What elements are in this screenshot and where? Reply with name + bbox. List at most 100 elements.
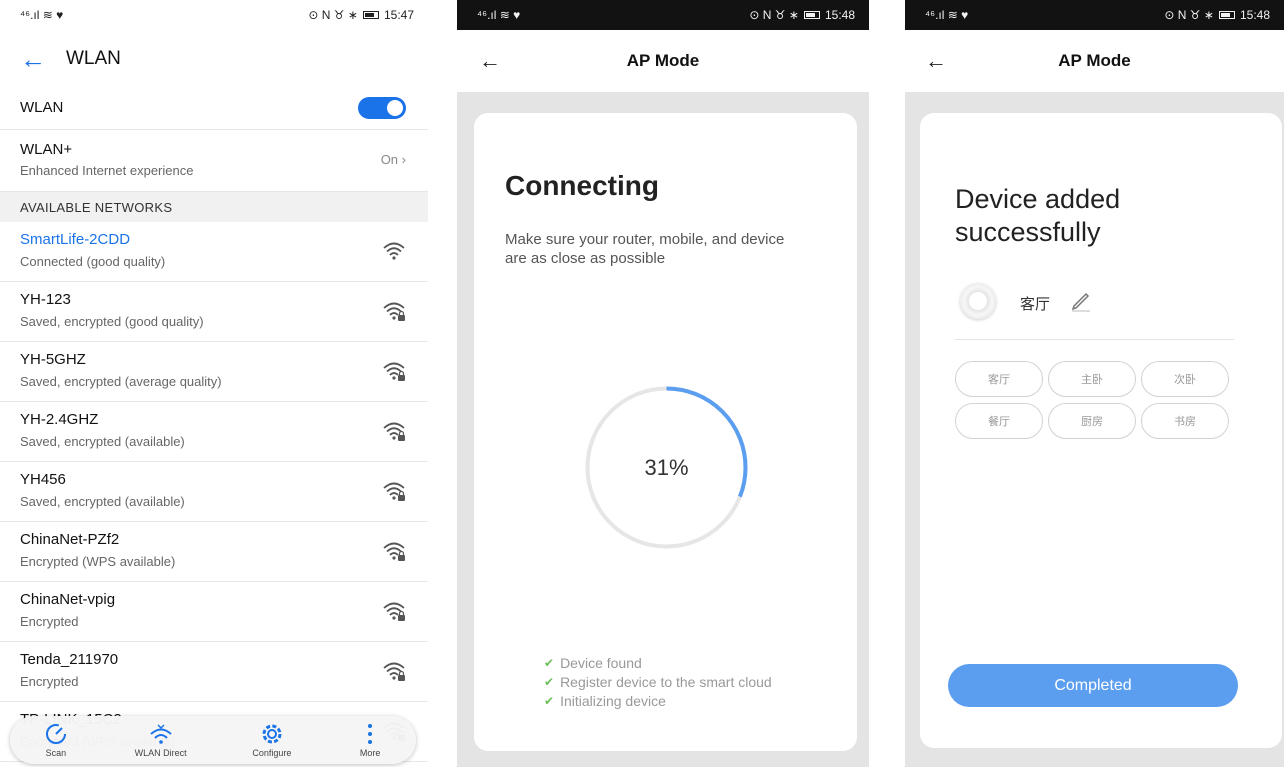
status-left: ⁴⁶.ıl ≋ ♥: [925, 8, 969, 22]
page-title: WLAN: [66, 48, 121, 69]
scan-label: Scan: [45, 748, 67, 758]
status-time: 15:48: [1239, 8, 1270, 22]
edit-pencil-icon[interactable]: [1070, 288, 1092, 312]
room-chip[interactable]: 次卧: [1141, 361, 1229, 397]
wlan-toggle-row[interactable]: WLAN: [0, 88, 428, 130]
network-item[interactable]: YH456 Saved, encrypted (available): [0, 462, 428, 522]
network-item[interactable]: Tenda_211970 Encrypted: [0, 642, 428, 702]
room-chip[interactable]: 主卧: [1048, 361, 1136, 397]
status-right: ⊙ N ♉ ∗ 15:48: [749, 8, 855, 22]
available-networks-header: AVAILABLE NETWORKS: [0, 192, 428, 222]
network-status: Saved, encrypted (available): [20, 434, 185, 449]
network-status: Saved, encrypted (good quality): [20, 314, 204, 329]
network-item[interactable]: YH-2.4GHZ Saved, encrypted (available): [0, 402, 428, 462]
back-arrow-icon[interactable]: ←: [20, 46, 46, 72]
network-status: Encrypted: [20, 674, 79, 689]
device-name: 客厅: [1020, 296, 1051, 313]
connecting-card: Connecting Make sure your router, mobile…: [474, 113, 857, 751]
divider: [955, 339, 1234, 340]
scan-icon: [45, 724, 66, 744]
back-arrow-icon[interactable]: ←: [925, 48, 947, 74]
gear-icon: [262, 724, 282, 744]
network-name: YH-2.4GHZ: [20, 411, 99, 428]
status-icons: ⊙ N ♉ ∗: [308, 8, 358, 22]
connecting-heading: Connecting: [505, 170, 659, 201]
wlan-plus-value: On ›: [381, 152, 406, 167]
network-name: YH-123: [20, 291, 71, 308]
check-icon: ✔: [544, 693, 555, 708]
page-title: AP Mode: [1058, 51, 1131, 70]
page-title: AP Mode: [626, 51, 700, 70]
battery-icon: [1218, 11, 1235, 19]
wlan-plus-title: WLAN+: [20, 141, 73, 158]
network-status: Saved, encrypted (available): [20, 494, 185, 509]
more-label: More: [359, 748, 381, 758]
step-label: Device found: [560, 654, 642, 671]
network-item[interactable]: ChinaNet-vpig Encrypted: [0, 582, 428, 642]
status-bar: ⁴⁶.ıl ≋ ♥ ⊙ N ♉ ∗ 15:47: [0, 0, 428, 30]
network-name: ChinaNet-vpig: [20, 591, 116, 608]
back-arrow-icon[interactable]: ←: [479, 48, 501, 74]
wifi-icon: [383, 242, 405, 260]
header: ← WLAN: [0, 30, 428, 88]
wlan-label: WLAN: [20, 99, 64, 116]
status-time: 15:48: [824, 8, 855, 22]
network-status: Connected (good quality): [20, 254, 166, 269]
step-item: ✔ Device found: [544, 653, 772, 672]
wlan-plus-row[interactable]: WLAN+ Enhanced Internet experience On ›: [0, 130, 428, 192]
status-left: ⁴⁶.ıl ≋ ♥: [477, 8, 521, 22]
status-right: ⊙ N ♉ ∗ 15:47: [308, 8, 414, 22]
check-icon: ✔: [544, 674, 555, 689]
wifi-lock-icon: [383, 422, 405, 441]
bottom-action-bar: Scan WLAN Direct Configure More: [10, 716, 416, 764]
network-item[interactable]: ChinaNet-PZf2 Encrypted (WPS available): [0, 522, 428, 582]
network-item[interactable]: SmartLife-2CDD Connected (good quality): [0, 222, 428, 282]
room-chip[interactable]: 餐厅: [955, 403, 1043, 439]
scan-button[interactable]: Scan: [43, 722, 69, 758]
header: ← AP Mode: [905, 30, 1284, 92]
wlan-direct-label: WLAN Direct: [134, 748, 187, 758]
room-chip[interactable]: 客厅: [955, 361, 1043, 397]
status-bar: ⁴⁶.ıl ≋ ♥ ⊙ N ♉ ∗ 15:48: [457, 0, 869, 30]
wifi-lock-icon: [383, 542, 405, 561]
wifi-lock-icon: [383, 662, 405, 681]
device-icon: [960, 283, 996, 319]
network-name: Tenda_211970: [20, 651, 119, 668]
progress-percent: 31%: [644, 454, 689, 480]
room-chip[interactable]: 书房: [1141, 403, 1229, 439]
wlan-switch[interactable]: [358, 97, 406, 119]
room-chip[interactable]: 厨房: [1048, 403, 1136, 439]
more-icon: [368, 724, 373, 744]
wifi-lock-icon: [383, 602, 405, 621]
wlan-plus-subtitle: Enhanced Internet experience: [20, 163, 194, 178]
wlan-direct-button[interactable]: WLAN Direct: [135, 722, 187, 758]
step-list: ✔ Device found ✔ Register device to the sm…: [544, 653, 772, 710]
status-time: 15:47: [383, 8, 414, 22]
configure-button[interactable]: Configure: [252, 722, 291, 758]
battery-icon: [803, 11, 820, 19]
network-name: YH456: [20, 471, 66, 488]
wifi-lock-icon: [383, 302, 405, 321]
check-icon: ✔: [544, 655, 555, 670]
network-item[interactable]: YH-123 Saved, encrypted (good quality): [0, 282, 428, 342]
ap-mode-connecting-screen: ⁴⁶.ıl ≋ ♥ ⊙ N ♉ ∗ 15:48 ← AP Mode Connec…: [457, 0, 869, 767]
wifi-lock-icon: [383, 362, 405, 381]
connecting-description: Make sure your router, mobile, and devic…: [505, 231, 785, 267]
ap-mode-success-screen: ⁴⁶.ıl ≋ ♥ ⊙ N ♉ ∗ 15:48 ← AP Mode Device…: [905, 0, 1284, 767]
network-status: Encrypted: [20, 614, 79, 629]
success-heading: Device added successfully: [955, 184, 1121, 247]
success-card: Device added successfully 客厅 客厅 主卧 次卧 餐厅…: [920, 113, 1282, 748]
step-item: ✔ Register device to the smart cloud: [544, 672, 772, 691]
completed-button[interactable]: Completed: [948, 664, 1238, 707]
wlan-settings-screen: ⁴⁶.ıl ≋ ♥ ⊙ N ♉ ∗ 15:47 ← WLAN WLAN WLAN…: [0, 0, 428, 767]
status-icons: ⊙ N ♉ ∗: [1164, 8, 1214, 22]
status-bar: ⁴⁶.ıl ≋ ♥ ⊙ N ♉ ∗ 15:48: [905, 0, 1284, 30]
network-item[interactable]: YH-5GHZ Saved, encrypted (average quality…: [0, 342, 428, 402]
status-right: ⊙ N ♉ ∗ 15:48: [1164, 8, 1270, 22]
network-status: Encrypted (WPS available): [20, 554, 176, 569]
battery-icon: [362, 11, 379, 19]
more-button[interactable]: More: [357, 722, 383, 758]
step-label: Register device to the smart cloud: [560, 673, 772, 690]
status-icons: ⊙ N ♉ ∗: [749, 8, 799, 22]
wlan-direct-icon: [149, 724, 172, 744]
